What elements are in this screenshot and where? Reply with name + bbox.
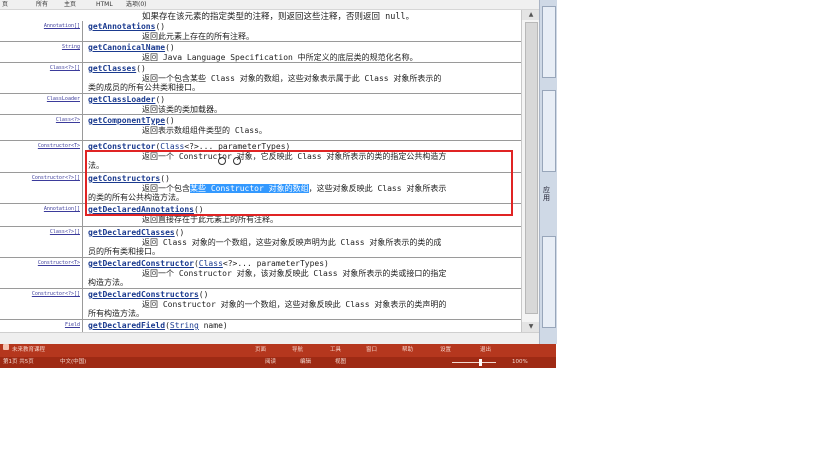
param-type-link[interactable]: Class (160, 142, 184, 151)
side-panel-block[interactable] (542, 6, 556, 78)
method-description: 返回 Java Language Specification 中所定义的底层类的… (142, 52, 418, 62)
vertical-scrollbar[interactable]: ▲ ▼ (521, 10, 540, 332)
return-type[interactable]: Class<?> (56, 117, 80, 123)
side-panel: 应用 (539, 0, 557, 344)
method-description-cont: 所有构造方法。 (88, 309, 144, 318)
method-row-getdeclaredfield: Field getDeclaredField(String name) (0, 320, 521, 332)
zoom-level: 100% (512, 359, 528, 365)
view-mode-edit[interactable]: 编辑 (300, 357, 311, 368)
method-description: 返回一个 Constructor 对象，它反映此 Class 对象所表示的类的指… (142, 151, 447, 161)
scroll-down-icon[interactable]: ▼ (522, 322, 540, 332)
return-type[interactable]: String (62, 44, 80, 50)
taskbar-item[interactable]: 帮助 (402, 344, 413, 357)
api-doc-content: 如果存在该元素的指定类型的注释，则返回这些注释，否则返回 null。 Annot… (0, 10, 521, 332)
selected-text[interactable]: 某些 Constructor 对象的数组 (190, 183, 309, 193)
method-description: 返回该类的类加载器。 (142, 104, 222, 114)
method-link[interactable]: getConstructors (88, 174, 160, 183)
method-row-getdeclaredconstructor: Constructor<T> getDeclaredConstructor(Cl… (0, 258, 521, 289)
method-link[interactable]: getClassLoader (88, 95, 155, 104)
taskbar-top: 未来教育课程 页面 导航 工具 窗口 帮助 设置 退出 (0, 344, 556, 357)
method-row-getconstructor: Constructor<T> getConstructor(Class<?>..… (0, 141, 521, 173)
method-description-cont: 员的所有类和接口。 (88, 247, 160, 256)
method-description-cont: 法。 (88, 161, 104, 170)
side-panel-block[interactable] (542, 236, 556, 328)
language-indicator: 中文(中国) (60, 359, 87, 365)
app-icon[interactable] (3, 344, 9, 350)
application-window: 页 所有 主页 HTML 选项(0) 如果存在该元素的指定类型的注释，则返回这些… (0, 0, 557, 368)
method-link[interactable]: getDeclaredClasses (88, 228, 175, 237)
method-row-getcanonicalname: String getCanonicalName() 返回 Java Langua… (0, 42, 521, 63)
taskbar-item[interactable]: 设置 (440, 344, 451, 357)
method-description: 返回直接存在于此元素上的所有注释。 (142, 214, 278, 224)
method-link[interactable]: getConstructor (88, 142, 155, 151)
menu-item-home[interactable]: 主页 (64, 0, 76, 9)
method-description: 返回一个包含某些 Constructor 对象的数组，这些对象反映此 Class… (142, 183, 447, 193)
method-description-cont: 类的成员的所有公共类和接口。 (88, 83, 200, 92)
return-type[interactable]: Constructor<T> (38, 260, 80, 266)
return-type[interactable]: ClassLoader (47, 96, 80, 102)
status-bar: 第1页 共5页 中文(中国) 阅读 编辑 视图 100% (0, 357, 556, 368)
return-type[interactable]: Annotation[] (44, 206, 80, 212)
taskbar-item[interactable]: 页面 (255, 344, 266, 357)
menu-item-options[interactable]: 选项(0) (126, 0, 147, 9)
view-mode-read[interactable]: 阅读 (265, 357, 276, 368)
param-type-link[interactable]: String (170, 321, 199, 330)
taskbar-item[interactable]: 工具 (330, 344, 341, 357)
menu-item-html[interactable]: HTML (96, 0, 113, 9)
return-type[interactable]: Constructor<T> (38, 143, 80, 149)
method-description: 返回 Constructor 对象的一个数组，这些对象反映此 Class 对象表… (142, 299, 447, 309)
method-row-getcomponenttype: Class<?> getComponentType() 返回表示数组组件类型的 … (0, 115, 521, 141)
method-row-getconstructors: Constructor<?>[] getConstructors() 返回一个包… (0, 173, 521, 204)
method-row-getannotations: Annotation[] getAnnotations() 返回此元素上存在的所… (0, 21, 521, 42)
taskbar-item[interactable]: 导航 (292, 344, 303, 357)
method-row-getclasses: Class<?>[] getClasses() 返回一个包含某些 Class 对… (0, 63, 521, 94)
menu-item-all[interactable]: 所有 (36, 0, 48, 9)
menu-bar: 页 所有 主页 HTML 选项(0) (0, 0, 539, 10)
return-type[interactable]: Constructor<?>[] (32, 291, 80, 297)
side-panel-label: 应用 (543, 186, 550, 202)
method-link[interactable]: getDeclaredConstructors (88, 290, 199, 299)
method-link[interactable]: getDeclaredField (88, 321, 165, 330)
scroll-up-icon[interactable]: ▲ (522, 10, 540, 20)
method-description: 返回此元素上存在的所有注释。 (142, 31, 254, 41)
method-link[interactable]: getAnnotations (88, 22, 155, 31)
return-type[interactable]: Annotation[] (44, 23, 80, 29)
method-row-getdeclaredannotations: Annotation[] getDeclaredAnnotations() 返回… (0, 204, 521, 227)
method-row-getdeclaredclasses: Class<?>[] getDeclaredClasses() 返回 Class… (0, 227, 521, 258)
return-type[interactable]: Constructor<?>[] (32, 175, 80, 181)
method-description: 返回表示数组组件类型的 Class。 (142, 125, 267, 135)
cursor-ring-icon (233, 157, 241, 165)
zoom-slider[interactable] (452, 362, 496, 363)
method-link[interactable]: getDeclaredAnnotations (88, 205, 194, 214)
method-link[interactable]: getCanonicalName (88, 43, 165, 52)
taskbar-item[interactable]: 窗口 (366, 344, 377, 357)
method-description: 返回一个包含某些 Class 对象的数组，这些对象表示属于此 Class 对象所… (142, 73, 442, 83)
method-row-getdeclaredconstructors: Constructor<?>[] getDeclaredConstructors… (0, 289, 521, 320)
method-link[interactable]: getComponentType (88, 116, 165, 125)
param-type-link[interactable]: Class (199, 259, 223, 268)
view-mode-view[interactable]: 视图 (335, 357, 346, 368)
method-link[interactable]: getDeclaredConstructor (88, 259, 194, 268)
method-description: 返回 Class 对象的一个数组，这些对象反映声明为此 Class 对象所表示的… (142, 237, 442, 247)
menu-item-page[interactable]: 页 (2, 0, 8, 9)
method-description-cont: 构造方法。 (88, 278, 128, 287)
scroll-thumb[interactable] (525, 22, 538, 314)
zoom-slider-knob[interactable] (479, 359, 482, 366)
side-panel-block[interactable] (542, 90, 556, 172)
method-description-cont: 的类的所有公共构造方法。 (88, 193, 184, 202)
cursor-ring-icon (218, 157, 226, 165)
method-row-getclassloader: ClassLoader getClassLoader() 返回该类的类加载器。 (0, 94, 521, 115)
page-indicator: 第1页 共5页 (3, 359, 34, 365)
return-type[interactable]: Field (65, 322, 80, 328)
taskbar-label: 未来教育课程 (12, 347, 46, 353)
taskbar-item[interactable]: 退出 (480, 344, 491, 357)
method-description: 返回一个 Constructor 对象，该对象反映此 Class 对象所表示的类… (142, 268, 447, 278)
return-type[interactable]: Class<?>[] (50, 65, 80, 71)
return-type[interactable]: Class<?>[] (50, 229, 80, 235)
method-link[interactable]: getClasses (88, 64, 136, 73)
